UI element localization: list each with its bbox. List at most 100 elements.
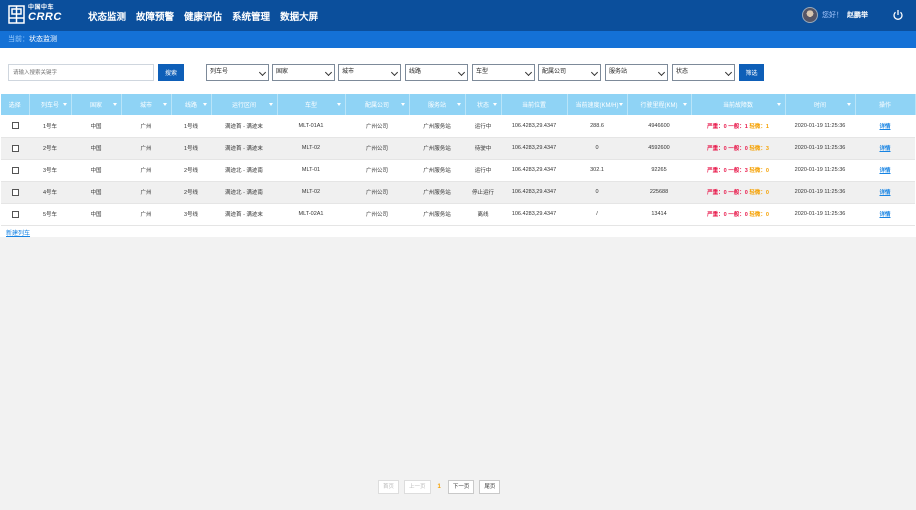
column-header[interactable]: 线路 <box>171 94 212 115</box>
sort-icon[interactable] <box>162 103 167 106</box>
sort-icon[interactable] <box>336 103 341 106</box>
detail-link[interactable]: 详情 <box>879 190 890 196</box>
avatar[interactable] <box>802 7 818 23</box>
column-header-label: 线路 <box>184 103 197 109</box>
nav-data-screen[interactable]: 数据大屏 <box>280 9 318 23</box>
time-cell: 2020-01-19 11:25:36 <box>785 159 855 182</box>
line-cell: 2号线 <box>171 181 211 204</box>
sort-icon[interactable] <box>112 103 117 106</box>
sort-icon[interactable] <box>268 103 273 106</box>
table-row: 1号车 中国 广州 1号线 满迹首 - 满迹末 MLT-01A1 广州公司 广州… <box>1 115 915 138</box>
sort-icon[interactable] <box>202 103 207 106</box>
country-select[interactable]: 国家 <box>272 64 335 81</box>
table-header-row: 选择 列车号 国家 城市 线路 运行区间 车型 配属公司 服务站 状态 当前位置… <box>1 94 916 115</box>
city-cell: 广州 <box>121 181 171 204</box>
section-cell: 满迹首 - 满迹末 <box>211 203 277 226</box>
sort-icon[interactable] <box>618 103 623 106</box>
column-header[interactable]: 状态 <box>465 94 502 115</box>
last-page-button[interactable]: 尾页 <box>479 480 501 494</box>
column-header[interactable]: 运行区间 <box>211 94 278 115</box>
country-cell: 中国 <box>71 159 121 182</box>
service-station-select[interactable]: 服务站 <box>605 64 668 81</box>
minor-label: 轻微： <box>749 190 766 196</box>
breadcrumb: 当前：状态监测 <box>0 31 916 48</box>
first-page-button[interactable]: 首页 <box>378 480 400 494</box>
search-input[interactable] <box>8 64 154 81</box>
model-select[interactable]: 车型 <box>472 64 535 81</box>
current-page-number[interactable]: 1 <box>436 484 443 490</box>
mileage-cell: 92265 <box>627 159 691 182</box>
column-header[interactable]: 列车号 <box>29 94 72 115</box>
severe-label: 严重： <box>707 212 724 218</box>
column-header[interactable]: 国家 <box>71 94 122 115</box>
select-label: 状态 <box>676 69 689 75</box>
city-select[interactable]: 城市 <box>338 64 401 81</box>
crrc-logo-icon <box>8 5 25 24</box>
sort-icon[interactable] <box>62 103 67 106</box>
status-select[interactable]: 状态 <box>672 64 735 81</box>
position-cell: 106.4283,29.4347 <box>501 203 567 226</box>
column-header[interactable]: 当前速度(KM/H) <box>567 94 628 115</box>
column-header-label: 当前速度(KM/H) <box>575 103 619 109</box>
detail-link[interactable]: 详情 <box>879 146 890 152</box>
minor-count: 0 <box>765 190 769 196</box>
column-header-label: 服务站 <box>427 103 446 109</box>
next-page-button[interactable]: 下一页 <box>447 480 475 494</box>
detail-link[interactable]: 详情 <box>879 124 890 130</box>
nav-health-assessment[interactable]: 健康评估 <box>184 9 222 23</box>
severe-count: 0 <box>723 146 727 152</box>
pagination: 首页 上一页 1 下一页 尾页 <box>378 480 501 494</box>
minor-label: 轻微： <box>749 123 766 130</box>
search-button[interactable]: 搜索 <box>158 64 184 81</box>
sort-icon[interactable] <box>846 103 851 106</box>
position-cell: 106.4283,29.4347 <box>501 159 567 182</box>
company-select[interactable]: 配属公司 <box>538 64 601 81</box>
filter-button[interactable]: 筛选 <box>739 64 764 81</box>
station-cell: 广州服务站 <box>409 159 465 182</box>
user-info[interactable]: 您好！ 赵鹏举 <box>802 7 868 23</box>
column-header[interactable]: 当前故障数 <box>691 94 786 115</box>
sort-icon[interactable] <box>492 103 497 106</box>
chevron-down-icon <box>258 68 267 77</box>
detail-link[interactable]: 详情 <box>879 168 890 174</box>
detail-link[interactable]: 详情 <box>879 212 890 218</box>
row-checkbox[interactable] <box>11 188 19 196</box>
power-icon[interactable] <box>892 9 904 21</box>
prev-page-button[interactable]: 上一页 <box>404 480 431 494</box>
column-header[interactable]: 时间 <box>785 94 856 115</box>
line-cell: 2号线 <box>171 159 211 182</box>
row-checkbox[interactable] <box>11 210 19 218</box>
brand-en: CRRC <box>28 11 62 23</box>
sort-icon[interactable] <box>456 103 461 106</box>
company-cell: 广州公司 <box>345 137 409 160</box>
filter-toolbar: 搜索 列车号 国家 城市 线路 车型 配属公司 服务站 状态 筛选 <box>0 63 916 83</box>
normal-label: 一般： <box>728 123 745 130</box>
add-train-link[interactable]: 新建列车 <box>6 228 30 237</box>
sort-icon[interactable] <box>682 103 687 106</box>
nav-system-management[interactable]: 系统管理 <box>232 9 270 23</box>
normal-count: 1 <box>744 123 748 130</box>
table-row: 4号车 中国 广州 2号线 满迹北 - 满迹南 MLT-02 广州公司 广州服务… <box>1 181 915 204</box>
minor-count: 3 <box>765 146 769 152</box>
select-label: 国家 <box>276 69 289 75</box>
minor-label: 轻微： <box>749 212 766 218</box>
column-header[interactable]: 服务站 <box>409 94 466 115</box>
nav-status-monitoring[interactable]: 状态监测 <box>88 9 126 23</box>
nav-fault-warning[interactable]: 故障预警 <box>136 9 174 23</box>
column-header[interactable]: 配属公司 <box>345 94 410 115</box>
severe-label: 严重： <box>707 168 724 174</box>
column-header[interactable]: 车型 <box>277 94 346 115</box>
train-number-select[interactable]: 列车号 <box>206 64 269 81</box>
mileage-cell: 13414 <box>627 203 691 226</box>
train-cell: 3号车 <box>29 159 71 182</box>
row-checkbox[interactable] <box>11 144 19 152</box>
column-header[interactable]: 城市 <box>121 94 172 115</box>
column-header[interactable]: 行驶里程(KM) <box>627 94 692 115</box>
action-cell: 详情 <box>855 203 915 226</box>
sort-icon[interactable] <box>400 103 405 106</box>
column-header-label: 当前故障数 <box>722 103 753 109</box>
line-select[interactable]: 线路 <box>405 64 468 81</box>
row-checkbox[interactable] <box>11 122 19 130</box>
row-checkbox[interactable] <box>11 166 19 174</box>
sort-icon[interactable] <box>776 103 781 106</box>
